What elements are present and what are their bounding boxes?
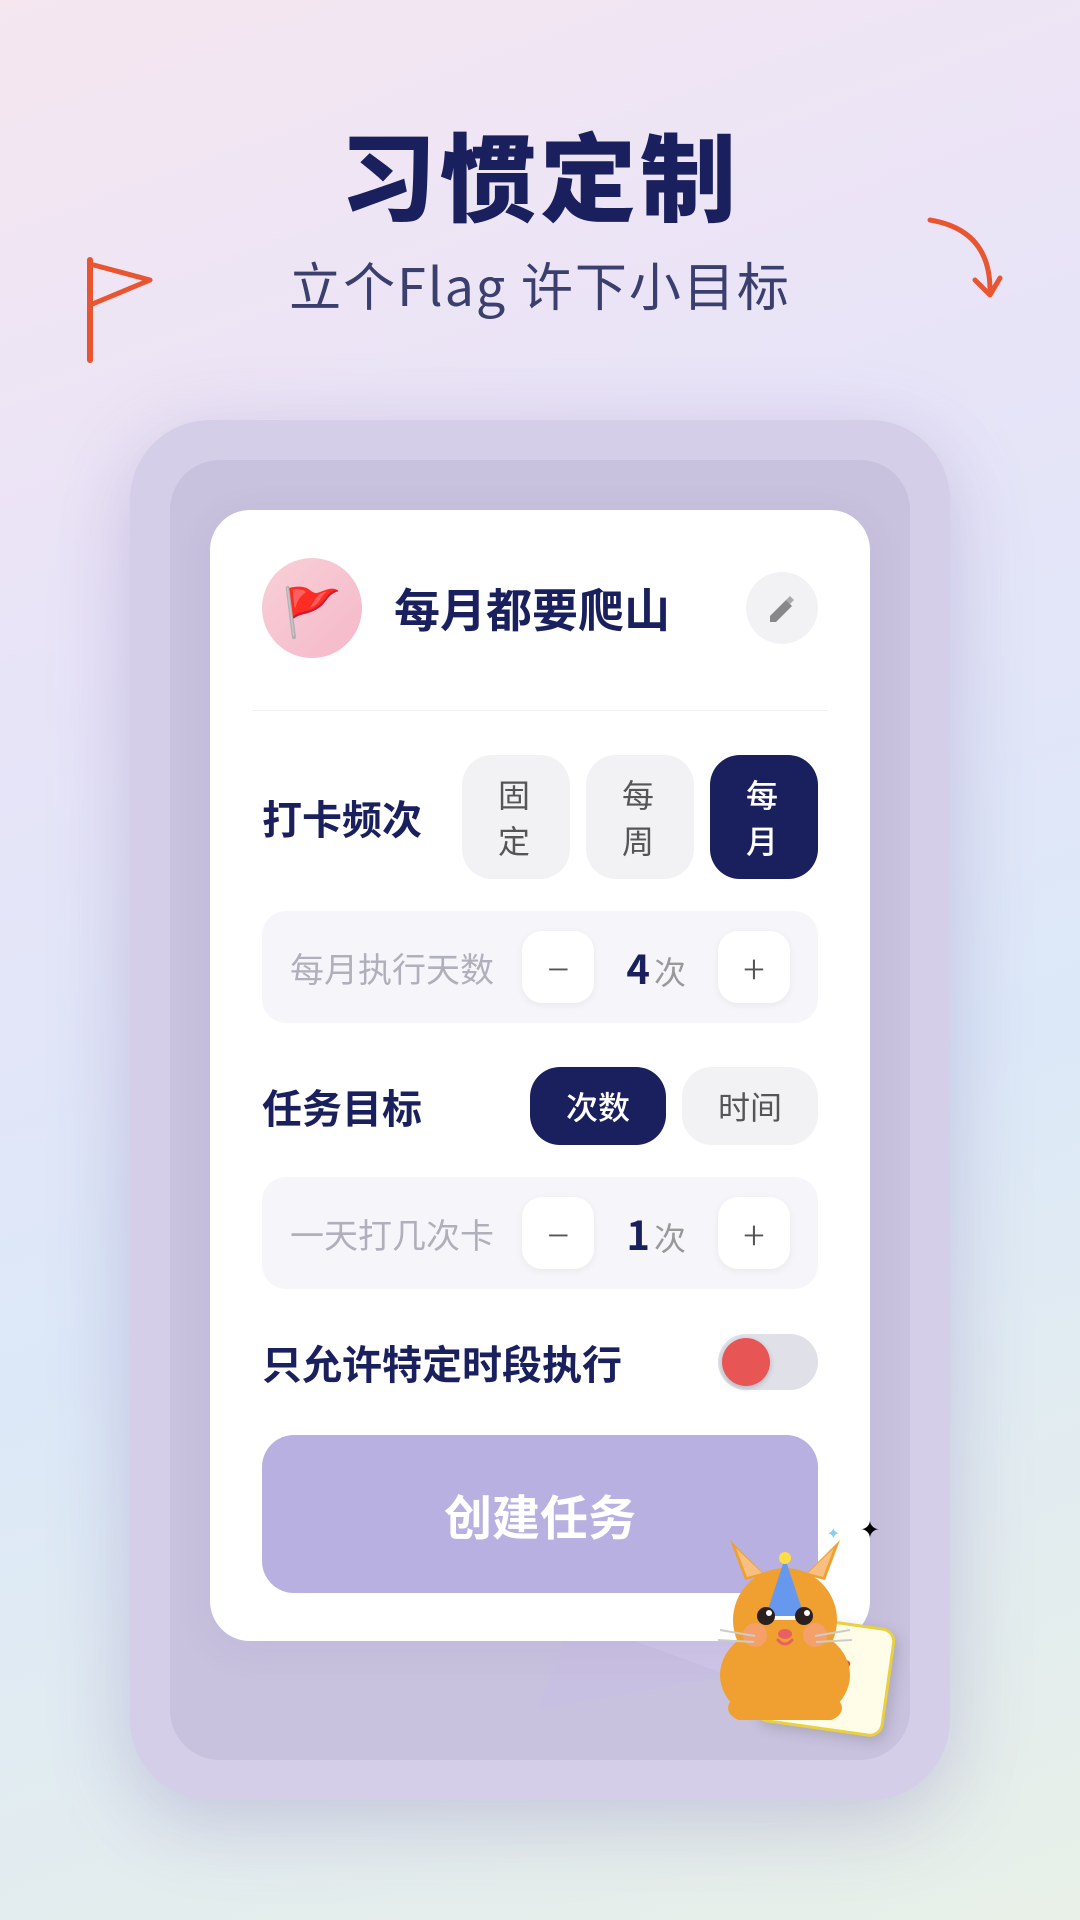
- frequency-row: 打卡频次 固定 每周 每月: [262, 755, 818, 879]
- time-restriction-row: 只允许特定时段执行: [262, 1333, 818, 1391]
- time-restriction-toggle[interactable]: [718, 1334, 818, 1390]
- header: 习惯定制 立个Flag 许下小目标: [0, 0, 1080, 361]
- monthly-days-minus[interactable]: −: [522, 931, 594, 1003]
- device-frame: 🚩 每月都要爬山 打卡频次 固定 每周 每月: [130, 420, 950, 1800]
- edit-button[interactable]: [746, 572, 818, 644]
- task-goal-btn-group: 次数 时间: [530, 1067, 818, 1145]
- time-restriction-label: 只允许特定时段执行: [262, 1333, 718, 1391]
- frequency-option-fixed[interactable]: 固定: [462, 755, 570, 879]
- device-inner: 🚩 每月都要爬山 打卡频次 固定 每周 每月: [170, 460, 910, 1760]
- monthly-days-plus[interactable]: +: [718, 931, 790, 1003]
- card-header: 🚩 每月都要爬山: [262, 558, 818, 658]
- divider: [252, 710, 828, 711]
- toggle-knob: [722, 1338, 770, 1386]
- frequency-label: 打卡频次: [262, 788, 462, 846]
- habit-card: 🚩 每月都要爬山 打卡频次 固定 每周 每月: [210, 510, 870, 1641]
- habit-icon: 🚩: [262, 558, 362, 658]
- frequency-btn-group: 固定 每周 每月: [462, 755, 818, 879]
- sparkle-icon: ✦: [860, 1510, 880, 1545]
- task-goal-option-count[interactable]: 次数: [530, 1067, 666, 1145]
- daily-checkins-value: 1次: [626, 1204, 686, 1262]
- monthly-days-label: 每月执行天数: [290, 943, 522, 992]
- daily-checkins-label: 一天打几次卡: [290, 1209, 522, 1258]
- task-goal-label: 任务目标: [262, 1077, 462, 1135]
- frequency-option-monthly[interactable]: 每月: [710, 755, 818, 879]
- sparkle2-icon: ✦: [827, 1520, 840, 1544]
- daily-checkins-plus[interactable]: +: [718, 1197, 790, 1269]
- monthly-days-controls: − 4次 +: [522, 931, 790, 1003]
- cat-sticker: ✦ ✦: [690, 1530, 890, 1730]
- task-goal-row: 任务目标 次数 时间: [262, 1067, 818, 1145]
- cat-mascot: [690, 1530, 880, 1720]
- monthly-days-value: 4次: [626, 938, 686, 996]
- frequency-option-weekly[interactable]: 每周: [586, 755, 694, 879]
- daily-checkins-minus[interactable]: −: [522, 1197, 594, 1269]
- monthly-days-row: 每月执行天数 − 4次 +: [262, 911, 818, 1023]
- main-title: 习惯定制: [0, 120, 1080, 226]
- daily-checkins-row: 一天打几次卡 − 1次 +: [262, 1177, 818, 1289]
- habit-title: 每月都要爬山: [394, 575, 746, 641]
- daily-checkins-controls: − 1次 +: [522, 1197, 790, 1269]
- task-goal-option-time[interactable]: 时间: [682, 1067, 818, 1145]
- sub-title: 立个Flag 许下小目标: [0, 246, 1080, 321]
